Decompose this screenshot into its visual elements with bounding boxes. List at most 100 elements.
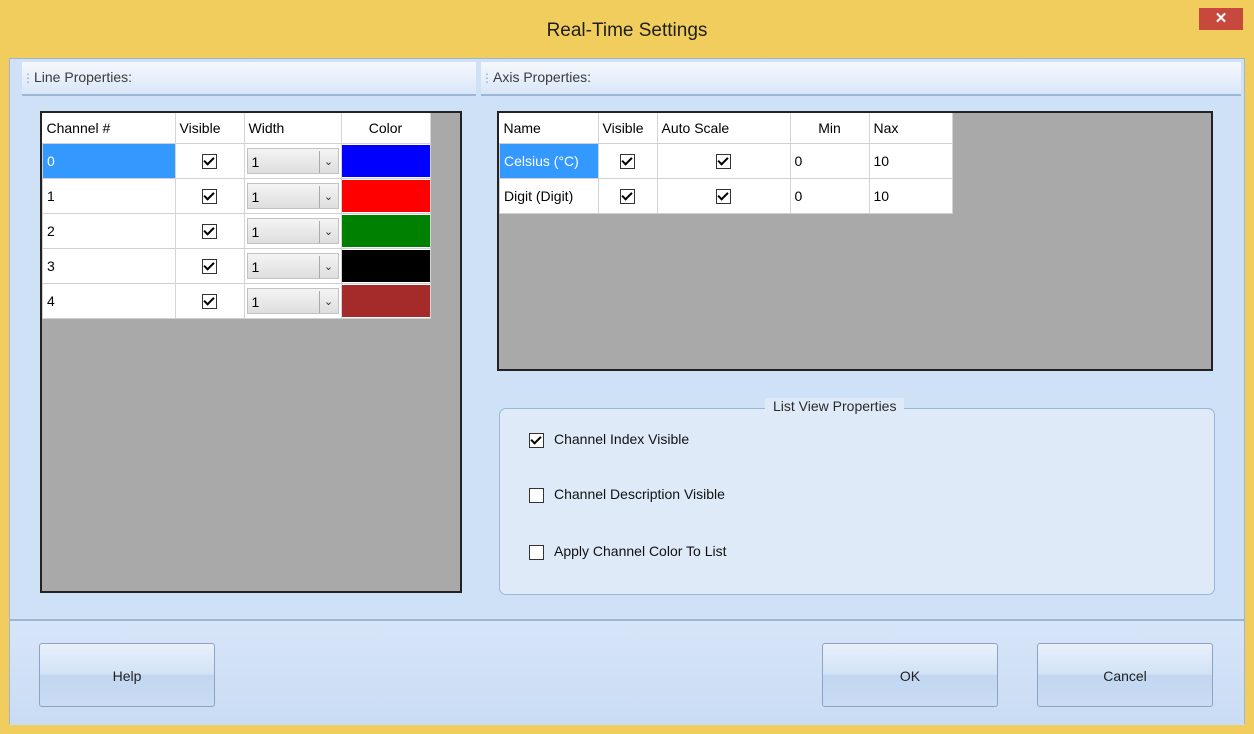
column-header-max: Nax [869, 113, 953, 144]
color-swatch[interactable] [341, 285, 430, 317]
color-cell[interactable] [340, 248, 431, 284]
axis-name-cell[interactable]: Celsius (°C) [499, 143, 599, 179]
visible-cell[interactable] [174, 283, 245, 319]
dialog-body: ⋮Line Properties: Channel # Visible Widt… [9, 58, 1245, 725]
column-header-auto-scale: Auto Scale [657, 113, 791, 144]
width-cell[interactable]: 1 ⌄ [243, 248, 342, 284]
axis-properties-table: Name Visible Auto Scale Min Nax Celsius … [499, 113, 953, 214]
apply-channel-color-label: Apply Channel Color To List [554, 543, 727, 559]
max-cell[interactable]: 10 [868, 143, 953, 179]
width-dropdown[interactable]: 1 ⌄ [246, 148, 339, 174]
channel-description-visible-option[interactable]: Channel Description Visible [529, 486, 725, 503]
min-cell[interactable]: 0 [789, 178, 870, 214]
auto-scale-cell[interactable] [656, 178, 791, 214]
axis-visible-checkbox[interactable] [620, 154, 635, 170]
apply-channel-color-option[interactable]: Apply Channel Color To List [529, 543, 727, 560]
width-value: 1 [251, 259, 260, 275]
visible-checkbox[interactable] [202, 154, 217, 170]
axis-properties-label: Axis Properties: [493, 69, 592, 85]
grip-icon: ⋮ [22, 71, 34, 85]
axis-visible-checkbox[interactable] [620, 189, 635, 205]
width-dropdown[interactable]: 1 ⌄ [246, 218, 339, 244]
line-properties-grid[interactable]: Channel # Visible Width Color 0 1 ⌄ 1 1 ⌄ 2 1 ⌄ 3… [40, 111, 462, 593]
width-dropdown[interactable]: 1 ⌄ [246, 288, 339, 314]
color-swatch[interactable] [341, 215, 430, 247]
auto-scale-checkbox[interactable] [716, 154, 731, 170]
visible-cell[interactable] [174, 178, 245, 214]
channel-cell[interactable]: 1 [42, 178, 176, 214]
axis-properties-grid[interactable]: Name Visible Auto Scale Min Nax Celsius … [497, 111, 1213, 371]
width-dropdown[interactable]: 1 ⌄ [246, 253, 339, 279]
color-cell[interactable] [340, 213, 431, 249]
min-cell[interactable]: 0 [789, 143, 870, 179]
color-cell[interactable] [340, 283, 431, 319]
width-cell[interactable]: 1 ⌄ [243, 143, 342, 179]
apply-channel-color-checkbox[interactable] [529, 544, 544, 560]
color-cell[interactable] [340, 178, 431, 214]
table-row[interactable]: Celsius (°C) 0 10 [499, 143, 953, 179]
axis-name-cell[interactable]: Digit (Digit) [499, 178, 599, 214]
channel-index-visible-checkbox[interactable] [529, 432, 544, 448]
visible-cell[interactable] [174, 248, 245, 284]
auto-scale-cell[interactable] [656, 143, 791, 179]
chevron-down-icon[interactable]: ⌄ [318, 291, 338, 313]
width-cell[interactable]: 1 ⌄ [243, 213, 342, 249]
help-button[interactable]: Help [39, 643, 215, 707]
table-row[interactable]: 4 1 ⌄ [42, 283, 431, 319]
width-cell[interactable]: 1 ⌄ [243, 178, 342, 214]
axis-visible-cell[interactable] [597, 178, 658, 214]
column-header-visible: Visible [175, 113, 245, 144]
list-view-properties-group: List View Properties Channel Index Visib… [499, 398, 1215, 595]
visible-cell[interactable] [174, 213, 245, 249]
visible-checkbox[interactable] [202, 259, 217, 275]
cancel-button[interactable]: Cancel [1037, 643, 1213, 707]
color-swatch[interactable] [341, 145, 430, 177]
auto-scale-checkbox[interactable] [716, 189, 731, 205]
column-header-width: Width [244, 113, 342, 144]
channel-description-visible-checkbox[interactable] [529, 487, 544, 503]
width-cell[interactable]: 1 ⌄ [243, 283, 342, 319]
visible-checkbox[interactable] [202, 294, 217, 310]
table-row[interactable]: 3 1 ⌄ [42, 248, 431, 284]
color-cell[interactable] [340, 143, 431, 179]
list-view-properties-legend: List View Properties [765, 398, 905, 414]
close-button[interactable]: ✕ [1199, 8, 1243, 30]
channel-description-visible-label: Channel Description Visible [554, 486, 725, 502]
visible-cell[interactable] [174, 143, 245, 179]
chevron-down-icon[interactable]: ⌄ [318, 151, 338, 173]
ok-button[interactable]: OK [822, 643, 998, 707]
width-value: 1 [251, 294, 260, 310]
channel-cell[interactable]: 4 [42, 283, 176, 319]
color-swatch[interactable] [341, 180, 430, 212]
table-header-row: Channel # Visible Width Color [42, 113, 431, 144]
channel-cell[interactable]: 3 [42, 248, 176, 284]
grip-icon: ⋮ [481, 71, 493, 85]
column-header-visible: Visible [598, 113, 658, 144]
title-bar: Real-Time Settings ✕ [0, 0, 1254, 58]
channel-cell[interactable]: 2 [42, 213, 176, 249]
window-title: Real-Time Settings [546, 20, 708, 41]
column-header-min: Min [790, 113, 870, 144]
chevron-down-icon[interactable]: ⌄ [318, 256, 338, 278]
visible-checkbox[interactable] [202, 189, 217, 205]
table-row[interactable]: 2 1 ⌄ [42, 213, 431, 249]
line-properties-label: Line Properties: [34, 69, 133, 85]
width-value: 1 [251, 224, 260, 240]
chevron-down-icon[interactable]: ⌄ [318, 186, 338, 208]
column-header-channel: Channel # [42, 113, 176, 144]
width-dropdown[interactable]: 1 ⌄ [246, 183, 339, 209]
axis-visible-cell[interactable] [597, 143, 658, 179]
channel-index-visible-option[interactable]: Channel Index Visible [529, 431, 689, 448]
color-swatch[interactable] [341, 250, 430, 282]
table-row[interactable]: 1 1 ⌄ [42, 178, 431, 214]
channel-index-visible-label: Channel Index Visible [554, 431, 690, 447]
chevron-down-icon[interactable]: ⌄ [318, 221, 338, 243]
visible-checkbox[interactable] [202, 224, 217, 240]
table-row[interactable]: Digit (Digit) 0 10 [499, 178, 953, 214]
column-header-name: Name [499, 113, 599, 144]
channel-cell[interactable]: 0 [42, 143, 176, 179]
dialog-footer: Help OK Cancel [10, 619, 1244, 725]
table-row[interactable]: 0 1 ⌄ [42, 143, 431, 179]
max-cell[interactable]: 10 [868, 178, 953, 214]
line-properties-header: ⋮Line Properties: [22, 62, 476, 96]
